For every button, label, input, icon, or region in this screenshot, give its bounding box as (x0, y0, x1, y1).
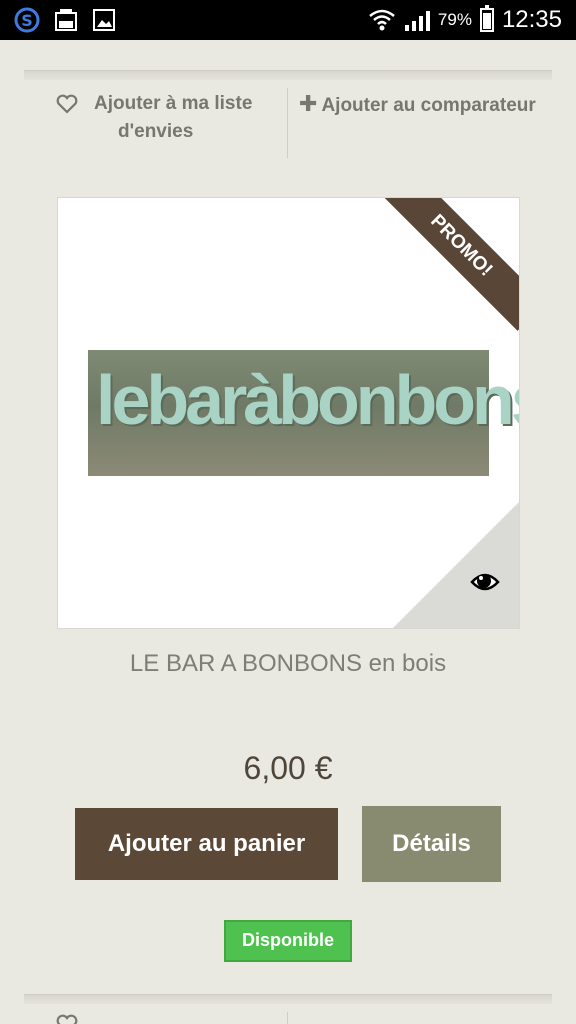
next-product-actions-peek (24, 1008, 552, 1024)
promo-ribbon: PROMO! (376, 198, 519, 331)
gallery-icon (55, 9, 77, 31)
clock: 12:35 (501, 6, 562, 33)
skype-icon: S (14, 7, 40, 33)
quick-view-corner[interactable] (393, 502, 519, 628)
add-to-wishlist-link[interactable]: Ajouter à ma liste d'envies (56, 90, 296, 146)
actions-divider (287, 88, 288, 158)
section-divider-bottom (24, 994, 552, 1004)
svg-text:S: S (21, 11, 33, 30)
wishlist-label-line2: d'envies (118, 121, 194, 142)
wishlist-label-line1: Ajouter à ma liste (94, 93, 253, 114)
wifi-icon (369, 9, 395, 31)
availability-badge: Disponible (224, 920, 352, 962)
signal-icon (404, 9, 430, 31)
product-price: 6,00 € (243, 750, 333, 786)
product-image-card[interactable]: lebaràbonbons PROMO! (57, 197, 520, 629)
add-to-cart-button[interactable]: Ajouter au panier (75, 808, 338, 880)
product-name[interactable]: LE BAR A BONBONS en bois (0, 650, 576, 678)
status-bar: S 79% 12:35 (0, 0, 576, 40)
battery-icon (479, 5, 494, 32)
eye-icon[interactable] (469, 566, 501, 598)
heart-icon (56, 1014, 78, 1024)
add-to-compare-link[interactable]: ✚ Ajouter au comparateur (299, 90, 559, 120)
product-image[interactable]: lebaràbonbons (88, 350, 520, 476)
product-actions: Ajouter à ma liste d'envies ✚ Ajouter au … (24, 86, 552, 158)
plus-icon: ✚ (299, 91, 318, 116)
notification-icons: S (14, 6, 116, 34)
actions-divider (287, 1012, 288, 1024)
product-image-text: lebaràbonbons (96, 361, 520, 439)
compare-label: Ajouter au comparateur (321, 95, 536, 116)
details-button[interactable]: Détails (362, 806, 501, 882)
image-icon (93, 9, 115, 31)
battery-percent: 79% (437, 10, 472, 29)
section-divider (24, 70, 552, 80)
heart-icon (56, 94, 78, 114)
